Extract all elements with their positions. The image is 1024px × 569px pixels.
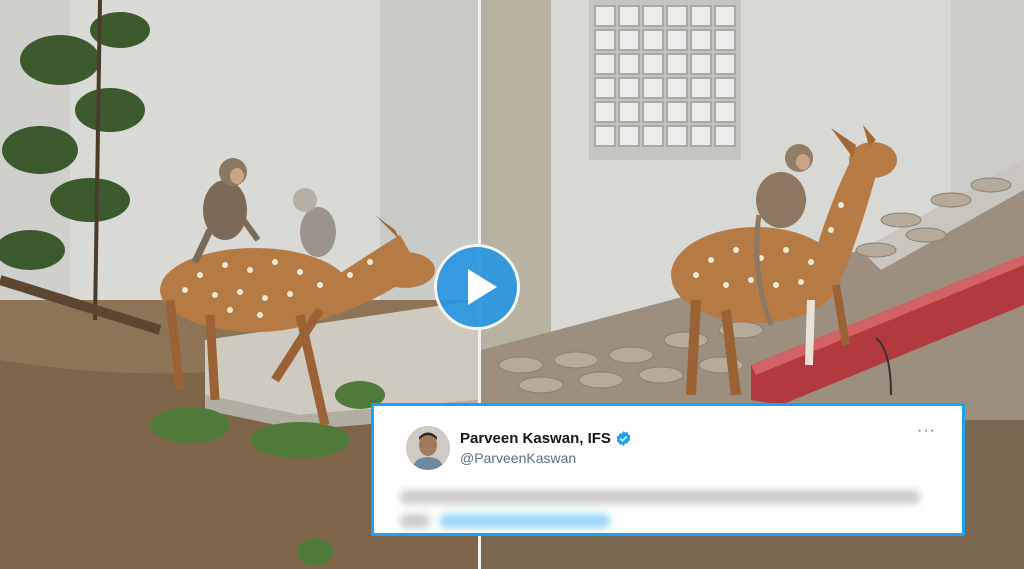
play-button[interactable] <box>434 244 520 330</box>
verified-badge-icon <box>616 431 631 446</box>
author-handle[interactable]: @ParveenKaswan <box>460 450 576 466</box>
profile-photo <box>406 426 450 470</box>
blurred-tweet-text <box>400 488 940 532</box>
play-icon <box>468 269 497 305</box>
redacted-text-block <box>400 490 920 528</box>
avatar[interactable] <box>406 426 450 470</box>
tweet-author: Parveen Kaswan, IFS <box>460 430 632 447</box>
tweet-card[interactable]: Parveen Kaswan, IFS @ParveenKaswan ··· <box>371 403 965 536</box>
author-name[interactable]: Parveen Kaswan, IFS <box>460 430 611 447</box>
more-options-icon[interactable]: ··· <box>917 422 936 440</box>
